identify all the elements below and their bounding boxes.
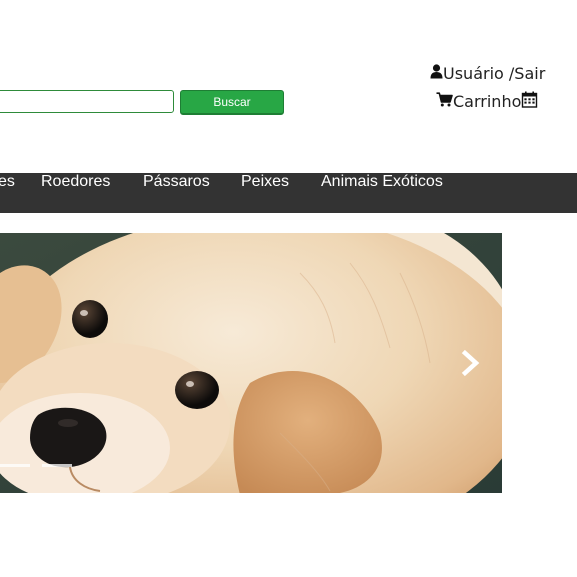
nav-item-animais-exoticos[interactable]: Animais Exóticos: [321, 173, 443, 213]
carousel-indicator[interactable]: [0, 464, 30, 467]
nav-item-peixes[interactable]: Peixes: [241, 173, 289, 213]
search-input[interactable]: [0, 90, 174, 113]
image-carousel[interactable]: [0, 233, 502, 493]
cart-icon: [436, 92, 453, 111]
carousel-indicator[interactable]: [42, 464, 72, 467]
cart-link[interactable]: Carrinho: [453, 92, 521, 111]
nav-item-roedores[interactable]: Roedores: [41, 173, 110, 213]
main-navbar: es Roedores Pássaros Peixes Animais Exót…: [0, 173, 577, 213]
next-arrow-icon[interactable]: [458, 348, 484, 378]
calendar-icon[interactable]: [521, 91, 538, 112]
user-icon: [430, 64, 443, 83]
cart-row: Carrinho: [436, 91, 538, 112]
nav-item-passaros[interactable]: Pássaros: [143, 173, 210, 213]
account-row: Usuário /Sair: [430, 64, 545, 83]
search-button[interactable]: Buscar: [180, 90, 284, 115]
nav-item-caes[interactable]: es: [0, 173, 15, 213]
account-link[interactable]: Usuário /Sair: [443, 64, 545, 83]
puppy-photo: [0, 233, 502, 493]
